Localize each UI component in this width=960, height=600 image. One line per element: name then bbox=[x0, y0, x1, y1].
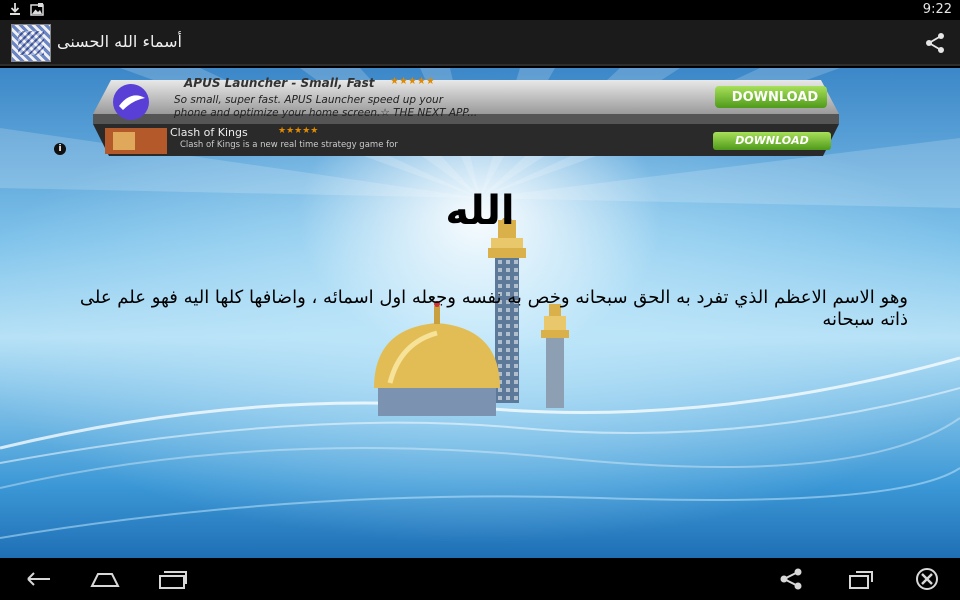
download-button[interactable]: DOWNLOAD bbox=[714, 134, 830, 147]
action-bar: أسماء الله الحسنى bbox=[0, 20, 960, 66]
share-icon[interactable] bbox=[774, 566, 808, 592]
ad-title: APUS Launcher - Small, Fast bbox=[184, 76, 375, 90]
gallery-notification-icon bbox=[30, 3, 44, 16]
ad-description-line2: phone and optimize your home screen.☆ TH… bbox=[174, 107, 478, 119]
share-icon[interactable] bbox=[924, 32, 946, 54]
download-icon bbox=[10, 3, 20, 15]
name-description: وهو الاسم الاعظم الذي تفرد به الحق سبحان… bbox=[79, 287, 908, 330]
ad-info-icon[interactable]: i bbox=[54, 143, 66, 155]
navigation-bar bbox=[0, 558, 960, 600]
download-button[interactable]: DOWNLOAD bbox=[722, 90, 828, 105]
ad-title: Clash of Kings bbox=[170, 126, 248, 139]
ad-description-line1: So small, super fast. APUS Launcher spee… bbox=[174, 94, 444, 106]
status-icons bbox=[8, 2, 44, 16]
home-icon[interactable] bbox=[88, 566, 122, 592]
screen-rotate-icon[interactable] bbox=[844, 566, 878, 592]
divine-name-title: الله bbox=[445, 188, 515, 234]
status-bar: 9:22 bbox=[0, 0, 960, 20]
back-icon[interactable] bbox=[22, 566, 56, 592]
status-time: 9:22 bbox=[922, 2, 952, 17]
ad-rating: ★★★★★ bbox=[278, 126, 319, 136]
close-icon[interactable] bbox=[910, 566, 944, 592]
app-title: أسماء الله الحسنى bbox=[57, 32, 182, 51]
recent-apps-icon[interactable] bbox=[156, 566, 190, 592]
ad-rating: ★★★★★ bbox=[390, 76, 435, 87]
ad-description-line1: Clash of Kings is a new real time strate… bbox=[180, 140, 398, 150]
app-icon[interactable] bbox=[11, 24, 51, 62]
